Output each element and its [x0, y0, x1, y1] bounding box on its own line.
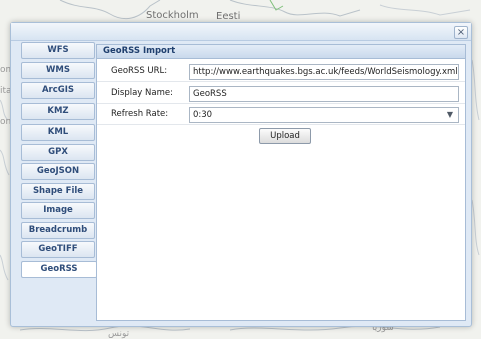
- url-label: GeoRSS URL:: [111, 66, 168, 76]
- url-row: GeoRSS URL: http://www.earthquakes.bgs.a…: [97, 62, 465, 82]
- display-name-input[interactable]: GeoRSS: [189, 86, 459, 102]
- refresh-rate-row: Refresh Rate: 0:30 ▼: [97, 105, 465, 125]
- sidebar-item-arcgis[interactable]: ArcGIS: [21, 82, 95, 99]
- sidebar-item-kml[interactable]: KML: [21, 124, 95, 141]
- close-icon[interactable]: ×: [454, 26, 468, 39]
- map-label-tunis: تونس: [108, 329, 130, 339]
- sidebar-item-breadcrumb[interactable]: Breadcrumb: [21, 222, 95, 239]
- layer-type-sidebar: WFS WMS ArcGIS KMZ KML GPX GeoJSON Shape…: [21, 42, 97, 321]
- sidebar-item-geojson[interactable]: GeoJSON: [21, 163, 95, 180]
- chevron-down-icon[interactable]: ▼: [444, 110, 456, 120]
- display-name-row: Display Name: GeoRSS: [97, 84, 465, 104]
- sidebar-item-gpx[interactable]: GPX: [21, 144, 95, 161]
- display-name-label: Display Name:: [111, 88, 173, 98]
- georss-import-panel: GeoRSS Import GeoRSS URL: http://www.ear…: [96, 44, 466, 321]
- sidebar-item-shape-file[interactable]: Shape File: [21, 183, 95, 200]
- panel-title: GeoRSS Import: [97, 45, 465, 59]
- sidebar-item-kmz[interactable]: KMZ: [21, 103, 95, 120]
- sidebar-item-wfs[interactable]: WFS: [21, 42, 95, 59]
- upload-button[interactable]: Upload: [259, 128, 311, 144]
- sidebar-item-image[interactable]: Image: [21, 202, 95, 219]
- sidebar-item-georss[interactable]: GeoRSS: [21, 261, 97, 278]
- sidebar-item-geotiff[interactable]: GeoTIFF: [21, 241, 95, 258]
- sidebar-item-wms[interactable]: WMS: [21, 62, 95, 79]
- map-label-stockholm: Stockholm: [146, 10, 199, 21]
- dialog-titlebar[interactable]: ×: [11, 23, 471, 41]
- map-label-eesti: Eesti: [216, 11, 241, 22]
- refresh-rate-select[interactable]: 0:30 ▼: [189, 107, 459, 123]
- refresh-rate-label: Refresh Rate:: [111, 109, 169, 119]
- georss-url-input[interactable]: http://www.earthquakes.bgs.ac.uk/feeds/W…: [189, 64, 459, 80]
- refresh-rate-value: 0:30: [193, 110, 213, 120]
